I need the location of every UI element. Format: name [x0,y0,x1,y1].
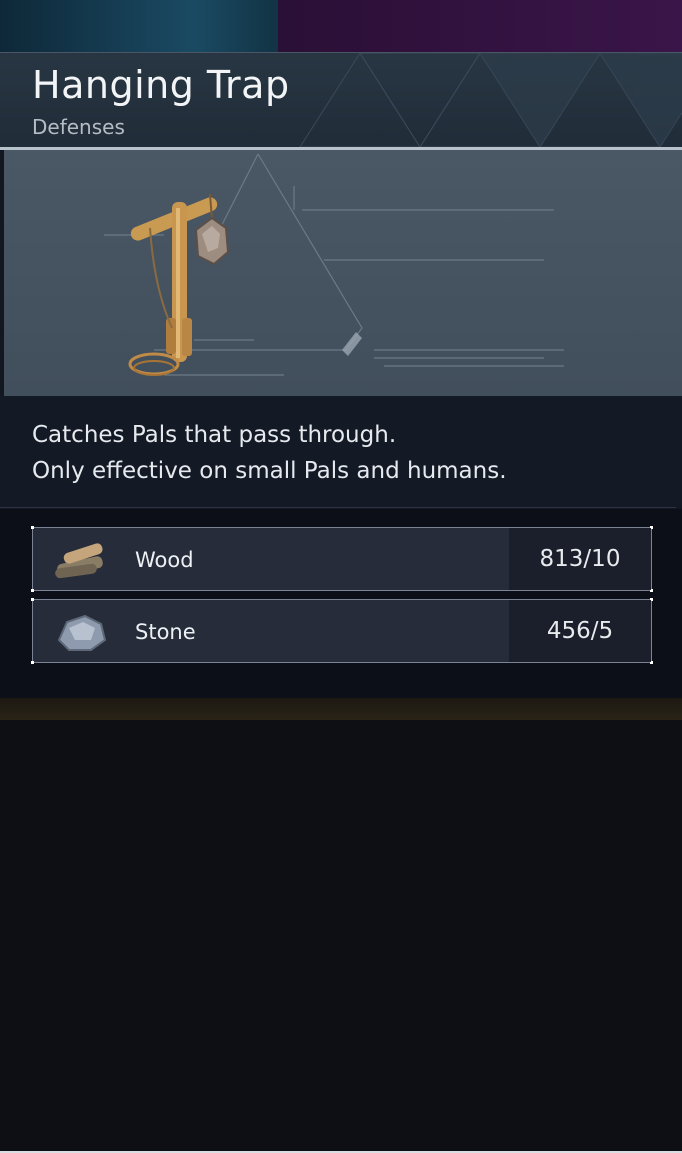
material-name: Stone [135,620,196,644]
hanging-trap-icon [128,193,230,376]
background-left [0,0,278,52]
corner-mark [31,661,34,664]
material-row-stone: Stone 456/5 [31,598,653,664]
background-bottom [0,698,682,720]
material-row-wood: Wood 813/10 [31,526,653,592]
stone-icon [57,614,107,651]
preview-background [104,153,564,376]
materials-list: Wood 813/10 Stone 456/5 [0,509,682,1153]
description-line-1: Catches Pals that pass through. [32,422,397,448]
background-right [278,0,682,52]
description-line-2: Only effective on small Pals and humans. [32,458,507,484]
corner-mark [31,526,34,529]
item-category: Defenses [32,115,125,139]
item-detail-panel: Hanging Trap Defenses Catches Pals that … [0,52,682,1153]
corner-mark [31,598,34,601]
item-header: Hanging Trap Defenses [0,53,682,147]
description-divider [0,507,676,508]
corner-mark [31,589,34,592]
material-count: 813/10 [509,528,651,590]
material-count: 456/5 [509,600,651,662]
wood-icon [55,543,103,579]
item-description: Catches Pals that pass through. Only eff… [0,396,682,507]
item-preview [4,150,682,396]
item-title: Hanging Trap [32,63,290,107]
material-name: Wood [135,548,194,572]
